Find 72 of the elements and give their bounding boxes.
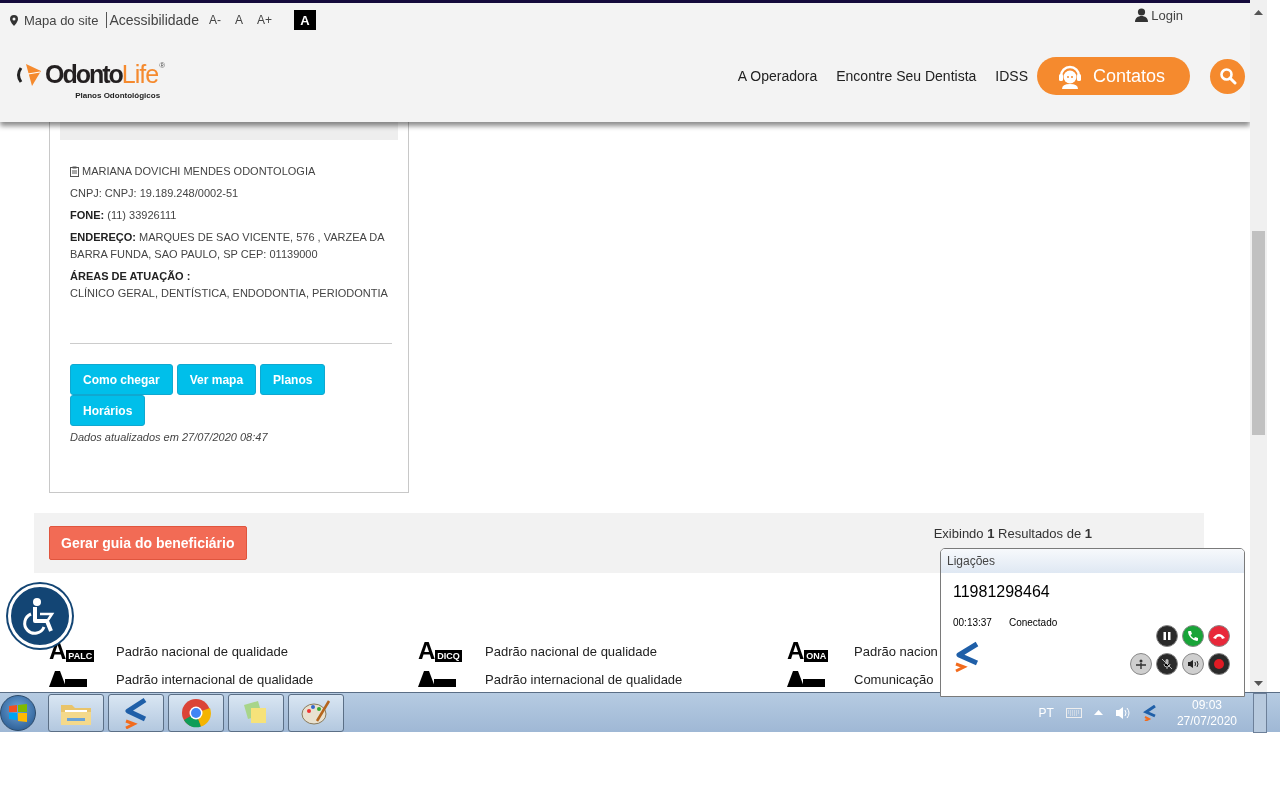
areas-label: ÁREAS DE ATUAÇÃO : <box>70 269 192 284</box>
contrast-button[interactable]: A <box>293 10 316 30</box>
record-button[interactable] <box>1208 653 1230 675</box>
updated-note: Dados atualizados em 27/07/2020 08:47 <box>70 431 269 443</box>
site-map-link[interactable]: Mapa do site <box>24 12 99 28</box>
notes-taskbar-button[interactable] <box>228 693 284 732</box>
quality-seal-icon <box>49 671 87 687</box>
quality-text: Padrão nacional de qualidade <box>116 643 289 659</box>
record-icon <box>1213 658 1225 670</box>
font-size-link[interactable]: A- <box>208 13 221 27</box>
softphone-logo-icon <box>953 641 981 673</box>
call-status: Conectado <box>1008 617 1058 628</box>
browser-taskbar-button[interactable] <box>168 693 224 732</box>
font-size-link[interactable]: A <box>234 13 243 27</box>
quality-text: Padrão internacional de qualidade <box>116 671 314 687</box>
logo-wordmark: OdontoLife® <box>45 60 167 89</box>
nav-link[interactable]: Encontre Seu Dentista <box>836 68 977 84</box>
login-link[interactable]: Login <box>1151 8 1183 23</box>
quality-text: Comunicação <box>854 671 934 687</box>
call-duration: 00:13:37 <box>953 617 992 628</box>
clinic-detail: ENDEREÇO: MARQUES DE SAO VICENTE, 576 , VARZEA DA BARRA FUNDA, SAO PAULO, SP CEP: 01139000 <box>70 230 386 262</box>
areas-text: CLÍNICO GERAL, DENTÍSTICA, ENDODONTIA, PERIODONTIA <box>70 286 389 301</box>
clinic-detail: CNPJ: CNPJ: 19.189.248/0002-51 <box>70 186 240 201</box>
logo-tagline: Planos Odontológicos <box>75 91 161 100</box>
map-pin-icon <box>10 14 18 26</box>
speaker-icon <box>1187 658 1199 670</box>
windows-logo-icon <box>8 702 28 723</box>
scroll-down-icon[interactable] <box>1254 681 1263 686</box>
font-size-link[interactable]: A+ <box>256 13 272 27</box>
folder-taskbar-button[interactable] <box>48 693 104 732</box>
quality-seal: A ONA <box>787 640 830 662</box>
softphone-tray-icon[interactable] <box>1142 704 1157 721</box>
transfer-icon <box>1135 658 1147 670</box>
results-summary: Exibindo 1 Resultados de 1 <box>933 526 1092 541</box>
quality-text: Padrão nacion <box>854 643 938 659</box>
quality-text: Padrão nacional de qualidade <box>485 643 658 659</box>
accessibility-link[interactable]: Acessibilidade <box>106 12 199 28</box>
chevron-logo-icon <box>123 696 149 729</box>
call-button[interactable] <box>1182 625 1204 647</box>
start-button[interactable] <box>0 694 36 731</box>
quality-seal-icon <box>787 671 825 687</box>
quality-seal: A DICQ <box>418 640 463 662</box>
palette-icon <box>301 698 331 727</box>
pause-button[interactable] <box>1156 625 1178 647</box>
headset-icon <box>1057 63 1083 89</box>
logo-icon <box>15 62 43 88</box>
clinic-detail: FONE: (11) 33926111 <box>70 208 178 223</box>
nav-link[interactable]: IDSS <box>995 68 1028 84</box>
nav-link[interactable]: A Operadora <box>737 68 818 84</box>
user-icon <box>1135 8 1149 22</box>
window-title: Ligações <box>947 554 996 568</box>
pause-icon <box>1162 631 1172 641</box>
transfer-button[interactable] <box>1130 653 1152 675</box>
search-button[interactable] <box>1210 58 1245 94</box>
quality-text: Padrão internacional de qualidade <box>485 671 683 687</box>
clipboard-icon <box>70 166 79 177</box>
search-icon <box>1218 67 1237 85</box>
phone-icon <box>1187 630 1199 642</box>
mute-button[interactable] <box>1156 653 1178 675</box>
scroll-up-icon[interactable] <box>1254 10 1263 15</box>
softphone-taskbar-button[interactable] <box>108 693 164 732</box>
browser-icon <box>181 697 211 728</box>
hang-up-button[interactable] <box>1208 625 1230 647</box>
paint-taskbar-button[interactable] <box>288 693 344 732</box>
scroll-thumb[interactable] <box>1252 231 1265 435</box>
hang-up-icon <box>1212 632 1226 640</box>
show-desktop-button[interactable] <box>1253 692 1267 733</box>
clinic-name: MARIANA DOVICHI MENDES ODONTOLOGIA <box>82 164 316 179</box>
speaker-button[interactable] <box>1182 653 1204 675</box>
quality-seal-icon <box>418 671 456 687</box>
phone-number: 11981298464 <box>953 583 1051 601</box>
mute-icon <box>1161 658 1173 670</box>
